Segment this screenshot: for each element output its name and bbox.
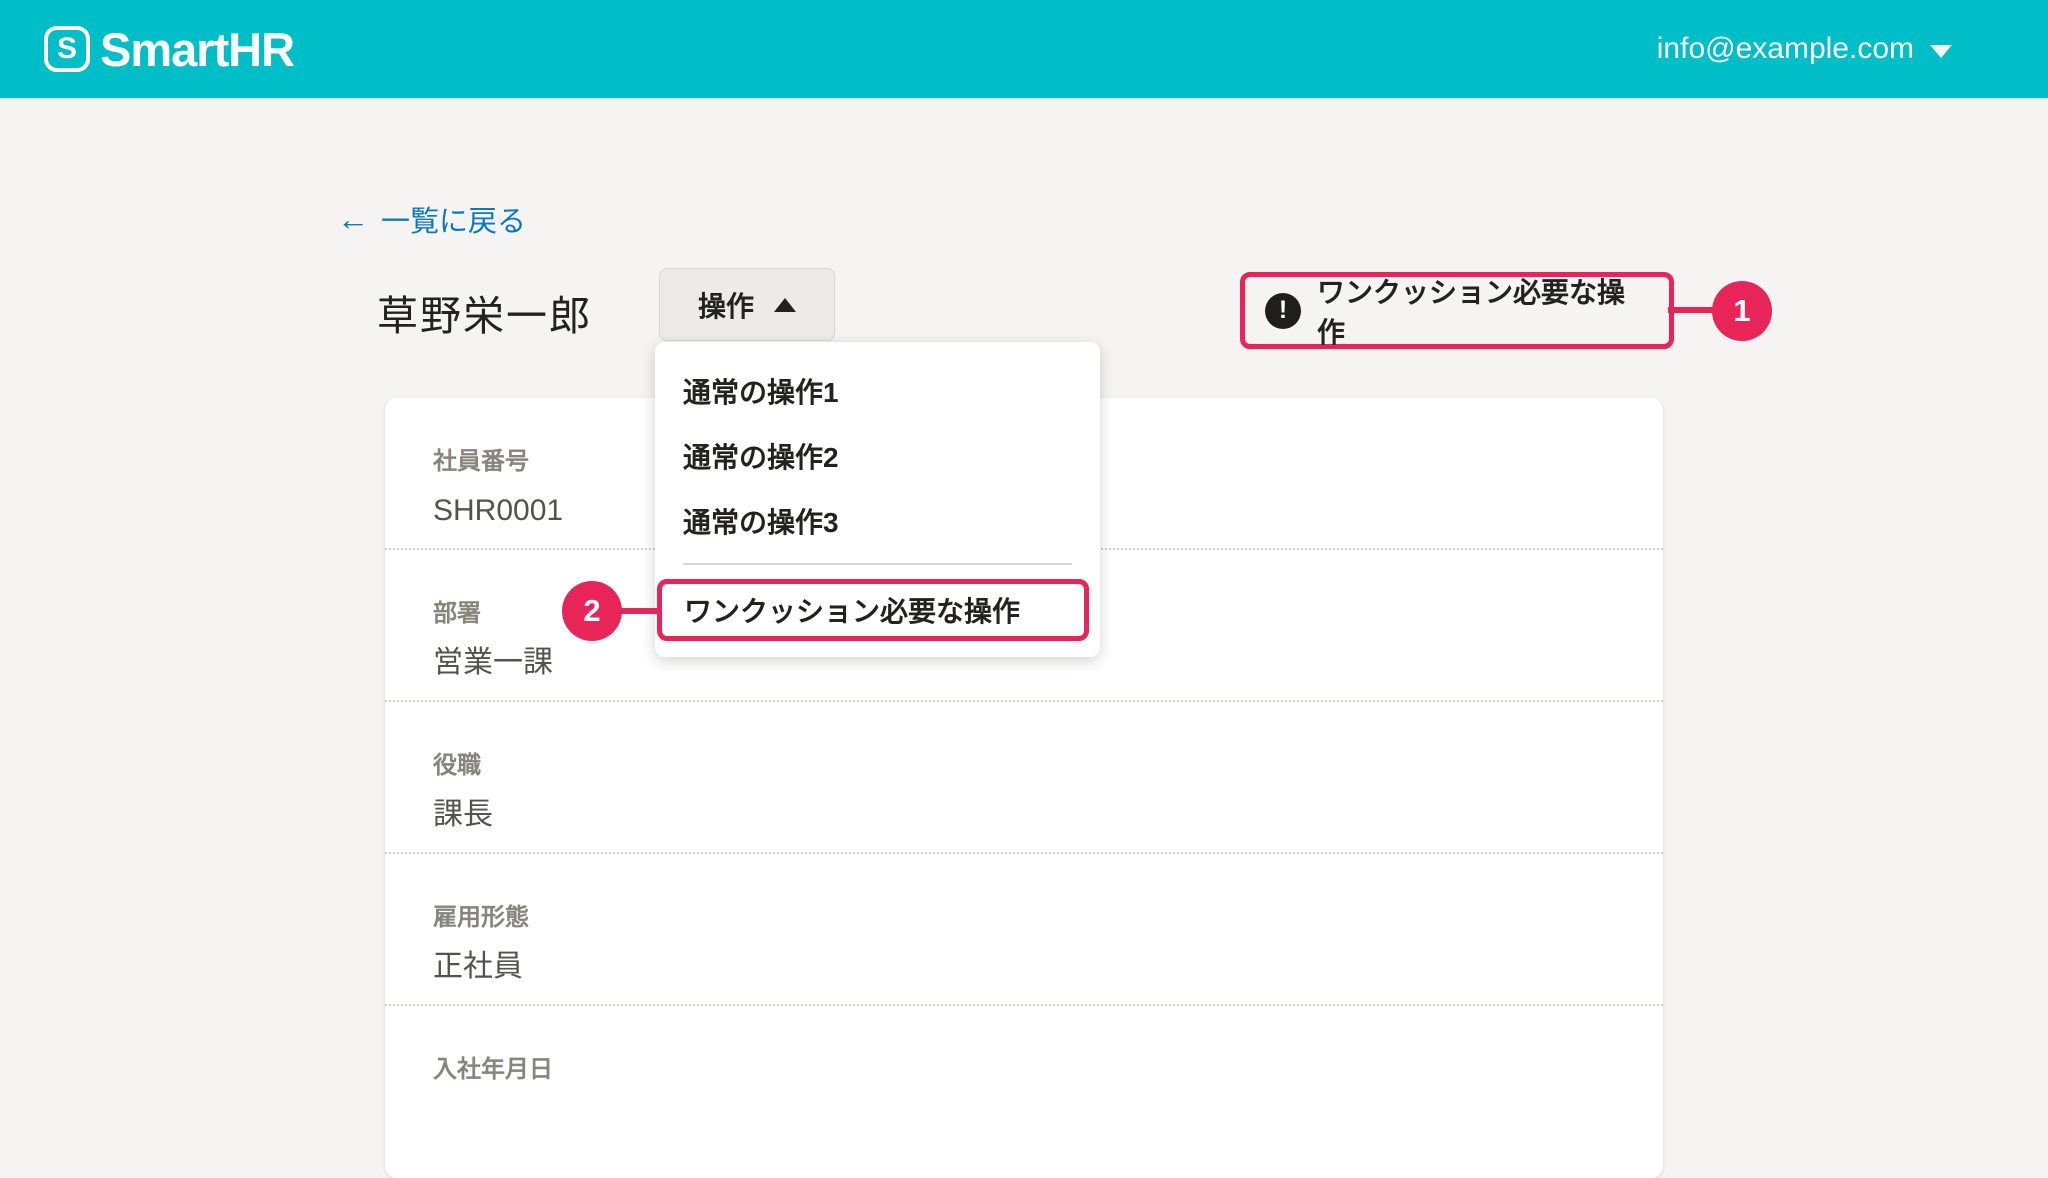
menu-item-normal-2[interactable]: 通常の操作2 (655, 423, 1100, 488)
field-row-hire-date: 入社年月日 (385, 1006, 1663, 1158)
field-label: 入社年月日 (433, 1056, 553, 1083)
app-header: S SmartHR info@example.com (0, 0, 2048, 98)
account-menu[interactable]: info@example.com (1657, 32, 1952, 66)
exclamation-icon: ! (1265, 292, 1301, 329)
field-value: 課長 (433, 798, 493, 831)
caution-callout: ! ワンクッション必要な操作 (1240, 272, 1674, 349)
smarthr-logo[interactable]: S SmartHR (44, 22, 295, 77)
actions-dropdown-menu: 通常の操作1 通常の操作2 通常の操作3 ワンクッション必要な操作 (655, 342, 1100, 657)
menu-item-normal-1[interactable]: 通常の操作1 (655, 358, 1100, 423)
annotation-badge-1: 1 (1712, 281, 1772, 341)
page-title: 草野栄一郎 (377, 293, 592, 339)
menu-divider (683, 563, 1072, 565)
account-email: info@example.com (1656, 32, 1914, 65)
chevron-down-icon (1930, 44, 1952, 58)
menu-item-normal-3[interactable]: 通常の操作3 (655, 488, 1100, 553)
smarthr-logo-icon: S (44, 26, 90, 72)
menu-item-cautioned[interactable]: ワンクッション必要な操作 (662, 584, 1020, 636)
back-link-label: 一覧に戻る (381, 206, 527, 238)
actions-button-label: 操作 (697, 290, 754, 322)
back-to-list-link[interactable]: ← 一覧に戻る (337, 198, 526, 240)
field-label: 雇用形態 (433, 904, 529, 931)
annotation-connector-1 (1668, 307, 1718, 313)
field-label: 役職 (433, 752, 481, 779)
annotation-badge-2: 2 (562, 581, 622, 641)
field-value: 正社員 (433, 950, 523, 983)
field-row-employment-type: 雇用形態 正社員 (385, 854, 1663, 1006)
annotation-box-2: ワンクッション必要な操作 (657, 579, 1089, 641)
chevron-up-icon (774, 297, 796, 312)
callout-label: ワンクッション必要な操作 (1317, 276, 1626, 348)
left-arrow-icon: ← (337, 201, 369, 237)
logo-letter: S (56, 32, 77, 65)
brand-wordmark: SmartHR (100, 22, 295, 76)
actions-dropdown-button[interactable]: 操作 (659, 268, 835, 341)
field-row-position: 役職 課長 (385, 702, 1663, 854)
